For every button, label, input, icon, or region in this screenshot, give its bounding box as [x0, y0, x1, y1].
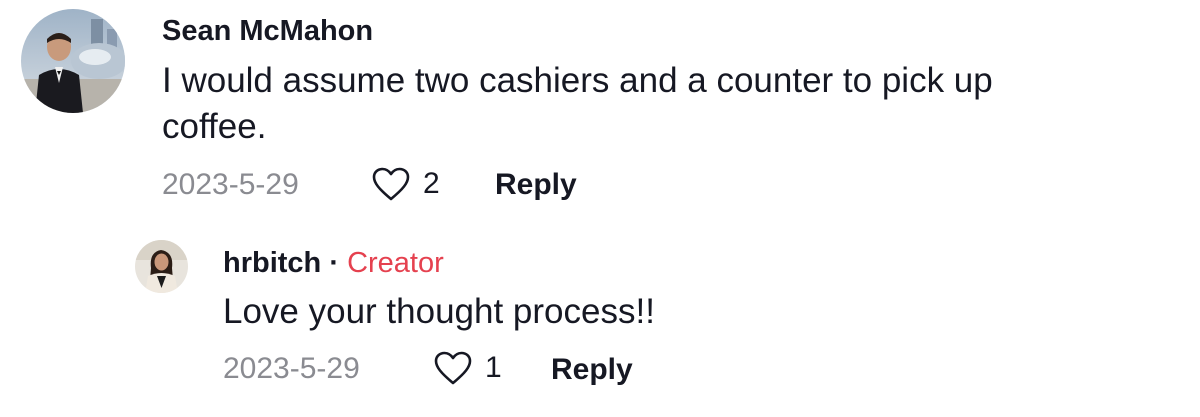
- heart-outline-icon[interactable]: [371, 166, 411, 202]
- like-count: 1: [485, 351, 502, 384]
- avatar[interactable]: [21, 9, 125, 113]
- comment-reply-item: hrbitch · Creator Love your thought proc…: [0, 220, 1200, 417]
- avatar[interactable]: [135, 240, 188, 293]
- reply-button[interactable]: Reply: [551, 351, 633, 389]
- like-count: 2: [423, 167, 440, 200]
- comment-item: Sean McMahon I would assume two cashiers…: [0, 0, 1200, 220]
- profile-photo-avatar-icon: [21, 9, 125, 113]
- comment-text: Love your thought process!!: [223, 292, 655, 331]
- comment-date: 2023-5-29: [223, 352, 360, 385]
- heart-outline-icon[interactable]: [433, 350, 473, 386]
- profile-photo-avatar-icon: [135, 240, 188, 293]
- comment-header: hrbitch · Creator: [223, 245, 444, 281]
- creator-badge: Creator: [347, 247, 444, 279]
- separator-dot: ·: [329, 247, 348, 279]
- comment-username[interactable]: hrbitch: [223, 247, 321, 279]
- comment-date: 2023-5-29: [162, 168, 299, 201]
- like-button[interactable]: 1: [433, 348, 502, 388]
- reply-button[interactable]: Reply: [495, 166, 577, 204]
- comment-username[interactable]: Sean McMahon: [162, 13, 373, 49]
- comment-text: I would assume two cashiers and a counte…: [162, 61, 993, 146]
- like-button[interactable]: 2: [371, 164, 440, 204]
